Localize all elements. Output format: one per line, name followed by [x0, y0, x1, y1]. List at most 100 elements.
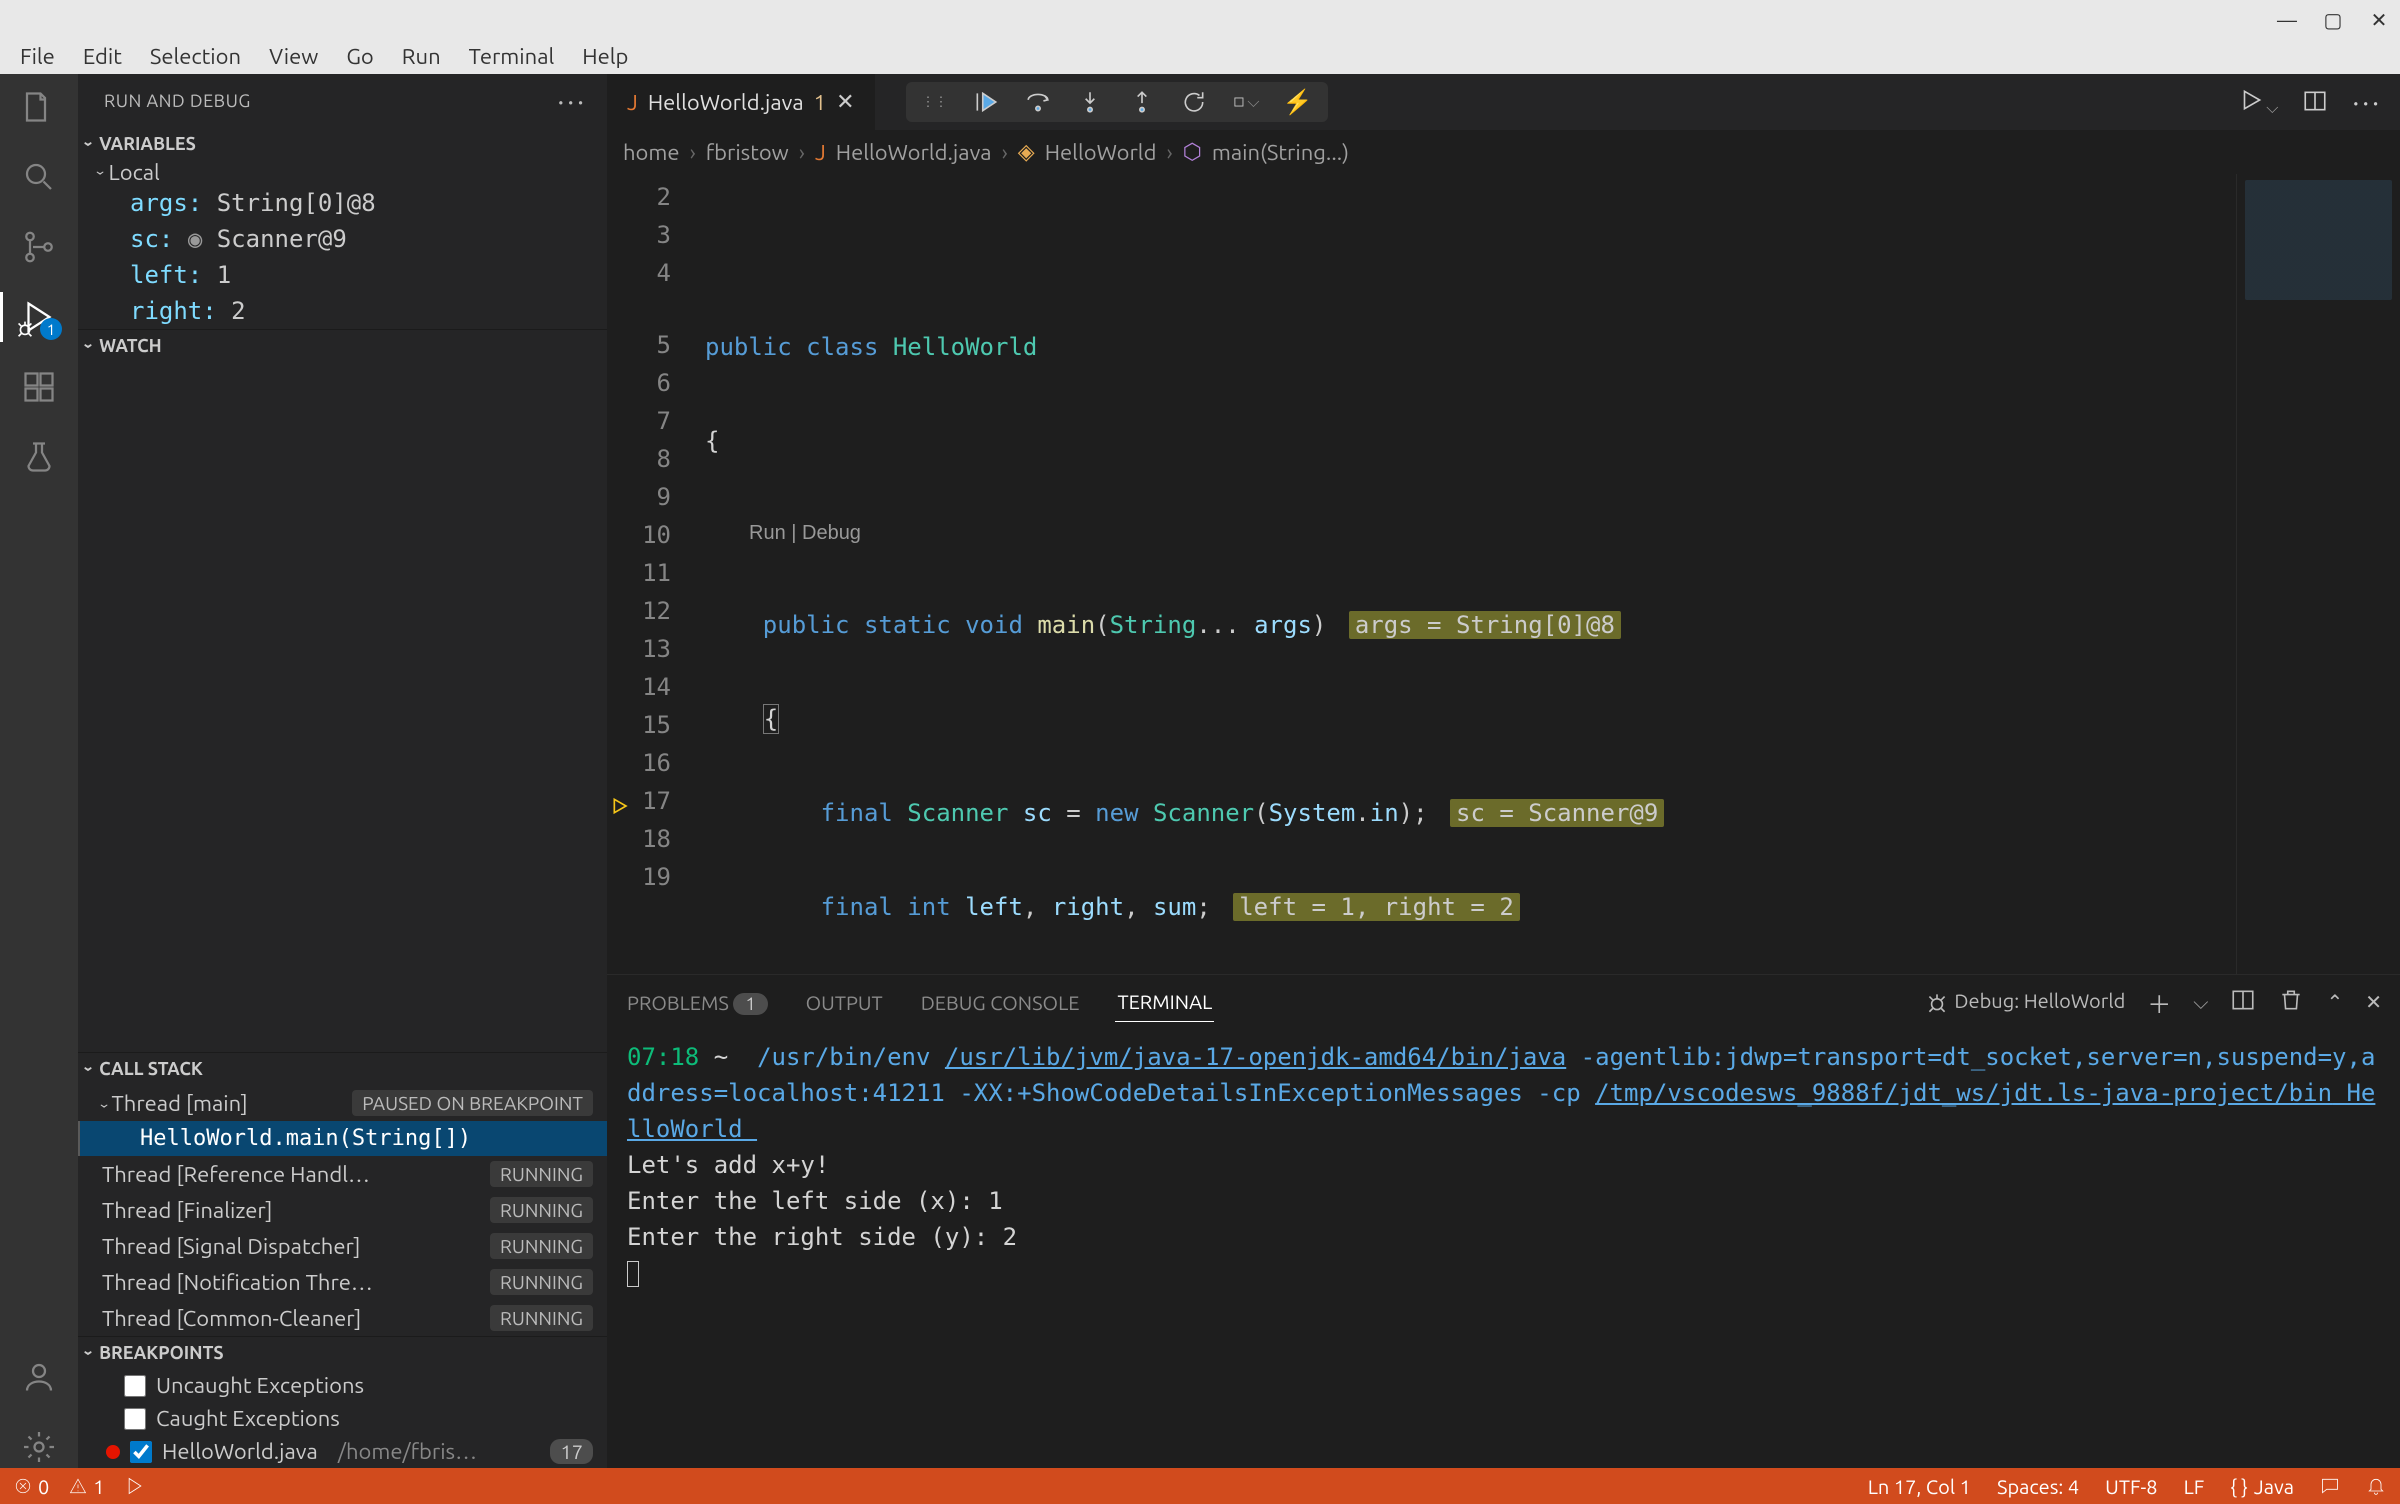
search-icon[interactable] [18, 156, 60, 198]
bp-checkbox[interactable] [130, 1441, 152, 1463]
inline-value: sc = Scanner@9 [1450, 799, 1664, 827]
variable-left[interactable]: left: 1 [106, 257, 607, 293]
problems-count-badge: 1 [733, 993, 767, 1015]
extensions-icon[interactable] [18, 366, 60, 408]
bp-checkbox[interactable] [124, 1408, 146, 1430]
menu-terminal[interactable]: Terminal [455, 38, 569, 75]
status-bar: 0 1 Ln 17, Col 1 Spaces: 4 UTF-8 LF { } … [0, 1468, 2400, 1504]
minimap[interactable] [2236, 174, 2400, 974]
menu-selection[interactable]: Selection [136, 38, 255, 75]
step-out-button[interactable] [1128, 88, 1156, 116]
watch-header[interactable]: ›WATCH [78, 330, 607, 362]
tab-helloworld[interactable]: J HelloWorld.java 1 ✕ [607, 74, 876, 130]
panel-tab-terminal[interactable]: TERMINAL [1115, 982, 1214, 1022]
status-ln-col[interactable]: Ln 17, Col 1 [1868, 1475, 1971, 1498]
run-debug-icon[interactable]: 1 [18, 296, 60, 338]
minimize-button[interactable]: ― [2276, 8, 2298, 30]
stack-frame[interactable]: HelloWorld.main(String[]) [78, 1121, 607, 1156]
source-control-icon[interactable] [18, 226, 60, 268]
codelens[interactable]: Run | Debug [689, 516, 2236, 550]
thread-row[interactable]: Thread [Common-Cleaner]RUNNING [78, 1300, 607, 1336]
debug-session-label[interactable]: Debug: HelloWorld [1924, 989, 2125, 1016]
variable-args[interactable]: args: String[0]@8 [106, 185, 607, 221]
close-panel-button[interactable]: ✕ [2365, 990, 2382, 1014]
status-debug-launch[interactable] [125, 1476, 145, 1496]
breadcrumb[interactable]: home› fbristow› JHelloWorld.java› ◈Hello… [607, 130, 2400, 174]
breakpoints-header[interactable]: ›BREAKPOINTS [78, 1337, 607, 1369]
callstack-section: ›CALL STACK › Thread [main]PAUSED ON BRE… [78, 1052, 607, 1336]
local-scope[interactable]: ›Local [78, 160, 607, 185]
menu-view[interactable]: View [255, 38, 332, 75]
terminal-dropdown-icon[interactable]: ⌵ [2193, 990, 2208, 1014]
code-editor[interactable]: 2 3 4 5 6 7 8 9 10 11 12 13 14 15 16 17 … [607, 174, 2400, 974]
status-bell-icon[interactable] [2366, 1476, 2386, 1496]
thread-row[interactable]: Thread [Notification Thre…RUNNING [78, 1264, 607, 1300]
status-encoding[interactable]: UTF-8 [2105, 1475, 2157, 1498]
menu-run[interactable]: Run [388, 38, 455, 75]
sidebar-title: RUN AND DEBUG ··· [78, 74, 607, 128]
stop-button[interactable]: ⌵ [1232, 88, 1260, 116]
variables-section: ›VARIABLES ›Local args: String[0]@8 sc: … [78, 128, 607, 329]
tab-bar: J HelloWorld.java 1 ✕ ⋮⋮ ⌵ ⚡ ⌵ ··· [607, 74, 2400, 130]
thread-main[interactable]: › Thread [main]PAUSED ON BREAKPOINT [78, 1085, 607, 1121]
drag-handle-icon[interactable]: ⋮⋮ [922, 95, 948, 110]
continue-button[interactable] [972, 88, 1000, 116]
restart-button[interactable] [1180, 88, 1208, 116]
tab-close-icon[interactable]: ✕ [836, 89, 854, 115]
menu-go[interactable]: Go [332, 38, 387, 75]
settings-gear-icon[interactable] [18, 1426, 60, 1468]
split-terminal-button[interactable] [2230, 987, 2256, 1017]
terminal-content[interactable]: 07:18 ~ /usr/bin/env /usr/lib/jvm/java-1… [607, 1029, 2400, 1468]
inline-value: left = 1, right = 2 [1233, 893, 1520, 921]
editor-more-icon[interactable]: ··· [2352, 87, 2382, 118]
maximize-button[interactable]: ▢ [2322, 8, 2344, 30]
bp-caught[interactable]: Caught Exceptions [78, 1402, 607, 1435]
breakpoints-section: ›BREAKPOINTS Uncaught Exceptions Caught … [78, 1336, 607, 1468]
new-terminal-button[interactable]: ＋ [2147, 985, 2171, 1020]
run-file-button[interactable]: ⌵ [2238, 87, 2278, 118]
class-icon: ◈ [1018, 139, 1035, 165]
hot-code-replace-button[interactable]: ⚡ [1284, 88, 1312, 116]
menu-file[interactable]: File [6, 38, 69, 75]
explorer-icon[interactable] [18, 86, 60, 128]
menubar: File Edit Selection View Go Run Terminal… [0, 38, 2400, 74]
panel: PROBLEMS 1 OUTPUT DEBUG CONSOLE TERMINAL… [607, 974, 2400, 1468]
titlebar: ― ▢ ✕ [0, 0, 2400, 38]
step-into-button[interactable] [1076, 88, 1104, 116]
thread-row[interactable]: Thread [Finalizer]RUNNING [78, 1192, 607, 1228]
thread-row[interactable]: Thread [Reference Handl…RUNNING [78, 1156, 607, 1192]
variable-right[interactable]: right: 2 [106, 293, 607, 329]
breakpoint-dot-icon [106, 1445, 120, 1459]
panel-tab-problems[interactable]: PROBLEMS 1 [625, 983, 770, 1022]
debug-toolbar[interactable]: ⋮⋮ ⌵ ⚡ [906, 82, 1328, 122]
variables-header[interactable]: ›VARIABLES [78, 128, 607, 160]
menu-help[interactable]: Help [568, 38, 642, 75]
thread-status: PAUSED ON BREAKPOINT [352, 1090, 593, 1116]
thread-row[interactable]: Thread [Signal Dispatcher]RUNNING [78, 1228, 607, 1264]
close-window-button[interactable]: ✕ [2368, 8, 2390, 30]
split-editor-button[interactable] [2302, 88, 2328, 117]
gutter[interactable]: 2 3 4 5 6 7 8 9 10 11 12 13 14 15 16 17 … [607, 174, 689, 974]
bp-checkbox[interactable] [124, 1375, 146, 1397]
status-errors[interactable]: 0 [14, 1475, 49, 1498]
status-warnings[interactable]: 1 [69, 1475, 104, 1498]
kill-terminal-button[interactable] [2278, 987, 2304, 1017]
step-over-button[interactable] [1024, 88, 1052, 116]
callstack-header[interactable]: ›CALL STACK [78, 1053, 607, 1085]
status-spaces[interactable]: Spaces: 4 [1997, 1475, 2079, 1498]
panel-tab-output[interactable]: OUTPUT [804, 983, 885, 1022]
bp-uncaught[interactable]: Uncaught Exceptions [78, 1369, 607, 1402]
status-language[interactable]: { } Java [2230, 1475, 2294, 1498]
menu-edit[interactable]: Edit [69, 38, 136, 75]
accounts-icon[interactable] [18, 1356, 60, 1398]
panel-tab-debug-console[interactable]: DEBUG CONSOLE [919, 983, 1082, 1022]
status-feedback-icon[interactable] [2320, 1476, 2340, 1496]
bp-file[interactable]: HelloWorld.java/home/fbris…17 [78, 1435, 607, 1468]
activity-bar: 1 [0, 74, 78, 1468]
sidebar: RUN AND DEBUG ··· ›VARIABLES ›Local args… [78, 74, 607, 1468]
maximize-panel-button[interactable]: ⌃ [2326, 990, 2343, 1014]
variable-sc[interactable]: sc: ◉ Scanner@9 [106, 221, 607, 257]
status-eol[interactable]: LF [2184, 1475, 2205, 1498]
sidebar-more-icon[interactable]: ··· [557, 86, 587, 117]
testing-icon[interactable] [18, 436, 60, 478]
